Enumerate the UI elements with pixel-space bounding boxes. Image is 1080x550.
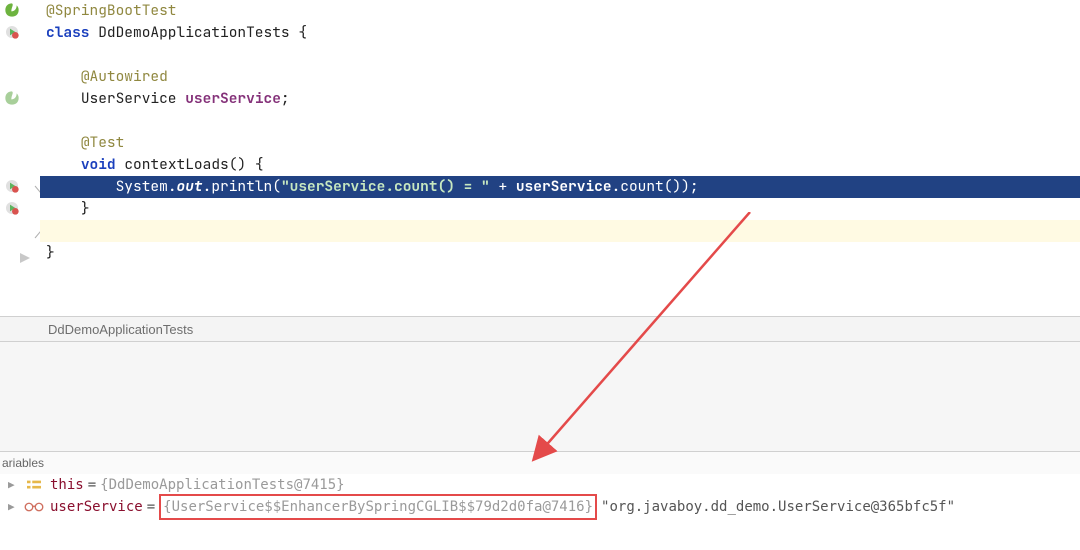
variable-tostring: "org.javaboy.dd_demo.UserService@365bfc5…	[601, 496, 955, 518]
variables-panel[interactable]: ariables ▶ this = {DdDemoApplicationTest…	[0, 452, 1080, 550]
code-line[interactable]: }	[40, 198, 1080, 220]
dot: .	[168, 177, 177, 196]
variable-type: {DdDemoApplicationTests@7415}	[100, 474, 344, 496]
method-name: contextLoads	[124, 155, 228, 174]
breadcrumb[interactable]: DdDemoApplicationTests	[0, 316, 1080, 342]
keyword: void	[81, 155, 116, 174]
code-line[interactable]: @Autowired	[40, 66, 1080, 88]
equals-sign: =	[143, 496, 159, 518]
spring-leaf-icon	[4, 90, 22, 108]
brace: }	[81, 199, 90, 218]
code-line[interactable]: UserService userService;	[40, 88, 1080, 110]
spring-leaf-icon	[4, 2, 22, 20]
annotation: @Autowired	[81, 67, 168, 86]
method-call: .count()	[612, 177, 682, 196]
caret-indicator-icon	[20, 248, 34, 258]
variable-type: {UserService$$EnhancerBySpringCGLIB$$79d…	[163, 499, 593, 515]
println: println	[211, 177, 272, 196]
field: userService	[185, 89, 281, 108]
brace: {	[255, 155, 264, 174]
annotation: @SpringBootTest	[46, 1, 177, 20]
variable-row[interactable]: ▶ this = {DdDemoApplicationTests@7415}	[0, 474, 1080, 496]
highlighted-value: {UserService$$EnhancerBySpringCGLIB$$79d…	[159, 494, 597, 520]
equals-sign: =	[84, 474, 100, 496]
code-line[interactable]	[40, 220, 1080, 242]
plus: +	[490, 177, 516, 196]
brace: }	[46, 243, 55, 262]
variable-name: this	[50, 474, 84, 496]
expand-triangle-icon[interactable]: ▶	[8, 496, 20, 518]
code-line[interactable]: @SpringBootTest	[40, 0, 1080, 22]
paren-close: );	[681, 177, 698, 196]
class-name: DdDemoApplicationTests	[98, 23, 289, 42]
brace: {	[298, 23, 307, 42]
code-lines[interactable]: @SpringBootTest class DdDemoApplicationT…	[40, 0, 1080, 310]
object-icon	[24, 477, 44, 493]
code-line[interactable]: }	[40, 242, 1080, 264]
semicolon: ;	[281, 89, 290, 108]
glasses-icon	[24, 499, 44, 515]
annotation: @Test	[81, 133, 125, 152]
code-line[interactable]: void contextLoads() {	[40, 154, 1080, 176]
code-editor[interactable]: @SpringBootTest class DdDemoApplicationT…	[0, 0, 1080, 310]
parens: ()	[229, 155, 246, 174]
code-line[interactable]	[40, 110, 1080, 132]
code-line[interactable]: @Test	[40, 132, 1080, 154]
panel-divider	[0, 342, 1080, 452]
code-line-execution[interactable]: System.out.println("userService.count() …	[40, 176, 1080, 198]
code-line[interactable]: class DdDemoApplicationTests {	[40, 22, 1080, 44]
breadcrumb-item[interactable]: DdDemoApplicationTests	[48, 322, 193, 337]
variable-name: userService	[50, 496, 143, 518]
sys: System	[116, 177, 168, 196]
keyword: class	[46, 23, 90, 42]
out: out	[177, 177, 203, 196]
string-literal: "userService.count() = "	[281, 177, 490, 196]
code-line[interactable]	[40, 44, 1080, 66]
expand-triangle-icon[interactable]: ▶	[8, 474, 20, 496]
run-test-icon[interactable]	[4, 178, 22, 196]
variable-row[interactable]: ▶ userService = {UserService$$EnhancerBy…	[0, 496, 1080, 518]
run-test-icon[interactable]	[4, 24, 22, 42]
variables-header: ariables	[0, 452, 1080, 474]
run-test-icon[interactable]	[4, 200, 22, 218]
type: UserService	[81, 89, 177, 108]
field-call: userService	[516, 177, 612, 196]
editor-gutter	[0, 0, 40, 310]
